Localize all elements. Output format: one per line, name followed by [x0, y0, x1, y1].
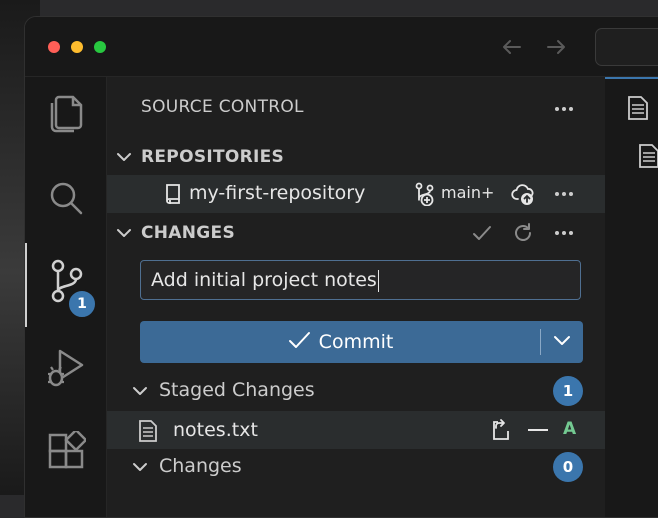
check-icon — [287, 329, 311, 355]
file-icon — [138, 419, 158, 443]
chevron-down-icon — [131, 458, 149, 476]
staged-changes-group[interactable]: Staged Changes 1 — [107, 373, 605, 409]
branch-icon[interactable] — [413, 182, 437, 207]
chevron-down-icon — [115, 224, 133, 242]
search-icon — [46, 178, 86, 222]
file-icon[interactable] — [638, 143, 658, 169]
commit-label: Commit — [318, 331, 394, 353]
cloud-upload-icon[interactable] — [511, 182, 537, 206]
minimize-window-button[interactable] — [71, 41, 83, 53]
staged-file-row[interactable]: notes.txt A — [107, 411, 605, 449]
branch-name[interactable]: main+ — [441, 183, 494, 202]
commit-button-group: Commit — [140, 321, 583, 363]
file-status-added: A — [563, 419, 577, 439]
changes-group[interactable]: Changes 0 — [107, 449, 605, 485]
repositories-header[interactable]: REPOSITORIES — [107, 139, 605, 175]
checkmark-icon[interactable] — [471, 222, 493, 244]
repositories-label: REPOSITORIES — [141, 147, 285, 167]
changes-more-icon[interactable] — [553, 222, 575, 244]
staged-count-badge: 1 — [553, 376, 583, 406]
extensions-icon — [46, 428, 88, 475]
chevron-down-icon — [131, 382, 149, 400]
repository-row[interactable]: my-first-repository main+ — [107, 175, 605, 213]
source-control-badge: 1 — [67, 289, 97, 319]
editor-area — [605, 77, 658, 517]
files-icon — [46, 91, 86, 139]
commit-button[interactable]: Commit — [140, 321, 540, 363]
staged-changes-label: Staged Changes — [159, 379, 315, 401]
file-name: notes.txt — [173, 419, 258, 441]
commit-dropdown-button[interactable] — [541, 321, 583, 363]
changes-group-label: Changes — [159, 455, 242, 477]
command-center[interactable] — [595, 28, 658, 66]
source-control-sidebar: SOURCE CONTROL REPOSITORIES my-first-rep… — [107, 77, 605, 517]
activity-explorer[interactable] — [25, 87, 106, 143]
file-icon[interactable] — [627, 95, 649, 121]
sidebar-title: SOURCE CONTROL — [141, 97, 304, 117]
title-bar — [25, 17, 658, 77]
vscode-window: 1 SOURCE CONTROL REPOSITORIES my-first-r… — [24, 16, 658, 518]
active-tab-indicator — [605, 77, 658, 79]
arrow-right-icon[interactable] — [542, 33, 570, 61]
refresh-icon[interactable] — [512, 222, 534, 244]
unstage-icon[interactable] — [526, 418, 550, 442]
commit-message-input[interactable]: Add initial project notes — [140, 260, 581, 300]
repo-more-icon[interactable] — [553, 183, 575, 205]
repository-name: my-first-repository — [189, 182, 366, 204]
chevron-down-icon — [115, 148, 133, 166]
repo-icon — [163, 183, 183, 205]
activity-search[interactable] — [25, 172, 106, 228]
activity-bar: 1 — [25, 77, 107, 517]
activity-extensions[interactable] — [25, 425, 106, 481]
commit-message-value: Add initial project notes — [151, 269, 377, 291]
text-caret — [377, 269, 379, 292]
open-file-icon[interactable] — [489, 418, 513, 442]
zoom-window-button[interactable] — [94, 41, 106, 53]
arrow-left-icon[interactable] — [498, 33, 526, 61]
changes-count-badge: 0 — [553, 452, 583, 482]
run-debug-icon — [44, 346, 88, 394]
changes-label: CHANGES — [141, 223, 235, 243]
more-actions-icon[interactable] — [553, 98, 575, 120]
activity-run-debug[interactable] — [25, 342, 106, 398]
chevron-down-icon — [552, 330, 572, 354]
changes-header[interactable]: CHANGES — [107, 215, 605, 251]
close-window-button[interactable] — [48, 41, 60, 53]
